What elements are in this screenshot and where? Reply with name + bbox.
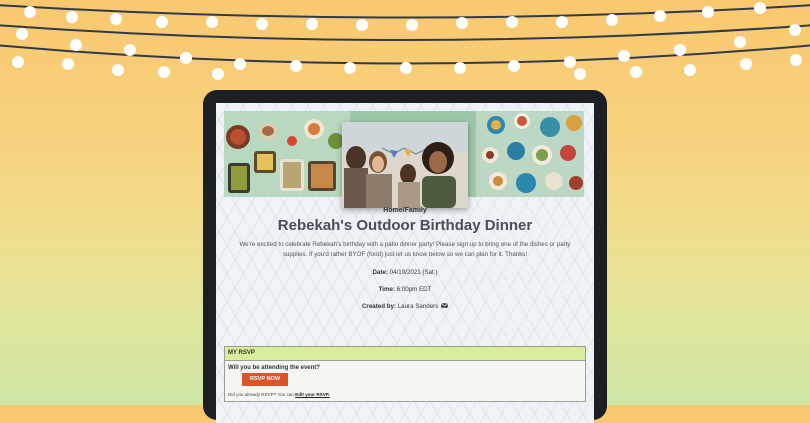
food-table-right-image: [476, 111, 584, 197]
event-title: Rebekah's Outdoor Birthday Dinner: [277, 217, 533, 234]
event-creator-row: Created by: Laura Sanders: [216, 303, 594, 310]
rsvp-now-button[interactable]: RSVP NOW: [242, 373, 288, 386]
event-description: We're excited to celebrate Rebekah's bir…: [239, 241, 571, 258]
time-label: Time:: [378, 286, 395, 293]
rsvp-question: Will you be attending the event?: [228, 365, 320, 371]
creator-name: Laura Sanders: [397, 303, 439, 311]
rsvp-header: MY RSVP: [225, 347, 585, 361]
created-by-label: Created by:: [361, 303, 396, 311]
envelope-icon[interactable]: [441, 303, 448, 310]
tablet-frame: Home/Family Rebekah's Outdoor Birthday D…: [203, 90, 607, 423]
string-lights-decoration: [0, 2, 810, 80]
date-label: Date:: [372, 269, 388, 276]
date-value: 04/10/2021 (Sat.): [389, 269, 438, 276]
edit-rsvp-link[interactable]: Edit your RSVP.: [295, 392, 329, 397]
party-guests-photo: [342, 122, 468, 208]
time-value: 6:00pm EDT: [396, 286, 432, 293]
event-category: Home/Family: [383, 207, 427, 214]
event-page-screen: Home/Family Rebekah's Outdoor Birthday D…: [216, 103, 594, 423]
event-time-row: Time: 6:00pm EDT: [216, 286, 594, 293]
rsvp-note-text: Did you already RSVP? You can: [228, 392, 294, 397]
event-date-row: Date: 04/10/2021 (Sat.): [216, 269, 594, 276]
rsvp-note: Did you already RSVP? You can Edit your …: [228, 392, 330, 397]
food-table-left-image: [224, 111, 350, 197]
my-rsvp-panel: MY RSVP Will you be attending the event?…: [224, 346, 586, 402]
